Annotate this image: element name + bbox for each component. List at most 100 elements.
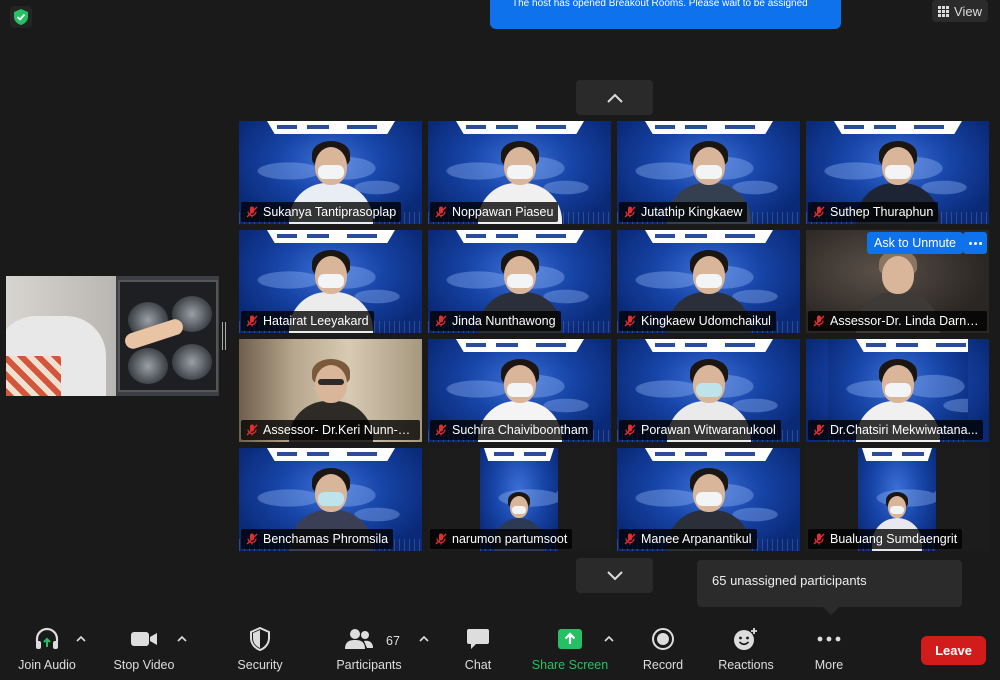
video-tile[interactable]: Suchira Chaiviboontham — [428, 339, 611, 442]
video-tile[interactable]: Noppawan Piaseu — [428, 121, 611, 224]
video-tile[interactable]: Dr.Chatsiri Mekwiwatana... — [806, 339, 989, 442]
audio-options-caret-icon[interactable] — [76, 634, 86, 644]
participant-name-label: Bualuang Sumdaengrit — [808, 529, 963, 549]
participants-label: Participants — [336, 658, 402, 672]
reactions-button[interactable]: Reactions — [716, 620, 776, 678]
mic-muted-icon — [813, 315, 825, 327]
more-button[interactable]: More — [808, 620, 850, 678]
participant-name-label: Jinda Nunthawong — [430, 311, 561, 331]
share-screen-button[interactable]: Share Screen — [530, 620, 610, 678]
participant-name-label: narumon partumsoot — [430, 529, 573, 549]
participant-name: Benchamas Phromsila — [263, 532, 389, 546]
shared-screen-thumbnail[interactable] — [6, 276, 219, 396]
shield-icon — [250, 624, 270, 654]
security-button[interactable]: Security — [232, 620, 288, 678]
participant-name-label: Noppawan Piaseu — [430, 202, 559, 222]
participant-name: Sukanya Tantiprasoplap — [263, 205, 397, 219]
more-icon — [817, 624, 841, 654]
video-tile[interactable]: Jutathip Kingkaew — [617, 121, 800, 224]
record-icon — [651, 624, 675, 654]
participant-name: Suchira Chaiviboontham — [452, 423, 589, 437]
share-screen-icon — [557, 624, 583, 654]
participant-name-label: Assessor- Dr.Keri Nunn-El... — [241, 420, 420, 440]
share-options-caret-icon[interactable] — [604, 634, 614, 644]
join-audio-button[interactable]: Join Audio — [14, 620, 80, 678]
record-button[interactable]: Record — [638, 620, 688, 678]
participant-name: Kingkaew Udomchaikul — [641, 314, 771, 328]
participant-name-label: Porawan Witwaranukool — [619, 420, 781, 440]
video-tile[interactable]: Manee Arpanantikul — [617, 448, 800, 551]
more-label: More — [814, 658, 844, 672]
mic-muted-icon — [813, 424, 825, 436]
video-tile[interactable]: Assessor- Dr.Keri Nunn-El... — [239, 339, 422, 442]
view-label: View — [954, 3, 982, 19]
participants-button[interactable]: Participants — [334, 620, 404, 678]
participant-name: Jutathip Kingkaew — [641, 205, 743, 219]
tile-more-options-button[interactable] — [963, 232, 987, 254]
video-tile[interactable]: narumon partumsoot — [428, 448, 611, 551]
participant-name-label: Kingkaew Udomchaikul — [619, 311, 776, 331]
participant-name: Assessor-Dr. Linda Darnel... — [830, 314, 987, 328]
mic-muted-icon — [246, 315, 258, 327]
next-page-button[interactable] — [576, 558, 653, 593]
video-tile[interactable]: Bualuang Sumdaengrit — [806, 448, 989, 551]
mic-muted-icon — [435, 424, 447, 436]
participant-name-label: Sukanya Tantiprasoplap — [241, 202, 402, 222]
participant-name: Hatairat Leeyakard — [263, 314, 369, 328]
record-label: Record — [642, 658, 684, 672]
participants-count-badge: 67 — [386, 634, 400, 648]
mic-muted-icon — [435, 206, 447, 218]
video-tile[interactable]: Kingkaew Udomchaikul — [617, 230, 800, 333]
chat-icon — [466, 624, 490, 654]
chat-button[interactable]: Chat — [456, 620, 500, 678]
participant-name: Jinda Nunthawong — [452, 314, 556, 328]
mic-muted-icon — [624, 206, 636, 218]
video-tile[interactable]: Suthep Thuraphun — [806, 121, 989, 224]
banner-text: The host has opened Breakout Rooms. Plea… — [512, 0, 808, 9]
view-button[interactable]: View — [932, 0, 988, 22]
reactions-label: Reactions — [718, 658, 774, 672]
resize-handle[interactable] — [222, 322, 226, 350]
participant-name-label: Jutathip Kingkaew — [619, 202, 748, 222]
mic-muted-icon — [435, 533, 447, 545]
participant-name: Manee Arpanantikul — [641, 532, 752, 546]
participant-name: Noppawan Piaseu — [452, 205, 554, 219]
participant-name: narumon partumsoot — [452, 532, 568, 546]
meeting-toolbar: Join Audio Stop Video Security Participa… — [0, 620, 1000, 680]
participant-name: Bualuang Sumdaengrit — [830, 532, 958, 546]
encryption-shield-icon[interactable] — [10, 6, 32, 28]
participant-name: Suthep Thuraphun — [830, 205, 934, 219]
video-tile[interactable]: Benchamas Phromsila — [239, 448, 422, 551]
video-tile[interactable]: Porawan Witwaranukool — [617, 339, 800, 442]
unassigned-participants-tooltip: 65 unassigned participants — [697, 560, 962, 615]
mic-muted-icon — [624, 424, 636, 436]
participant-name-label: Manee Arpanantikul — [619, 529, 757, 549]
participant-name: Dr.Chatsiri Mekwiwatana... — [830, 423, 978, 437]
participant-name: Porawan Witwaranukool — [641, 423, 776, 437]
participants-icon — [344, 624, 374, 654]
mic-muted-icon — [813, 533, 825, 545]
ask-to-unmute-button[interactable]: Ask to Unmute — [867, 232, 963, 254]
mic-muted-icon — [435, 315, 447, 327]
video-tile[interactable]: Hatairat Leeyakard — [239, 230, 422, 333]
chevron-down-icon — [606, 570, 623, 580]
mic-muted-icon — [624, 315, 636, 327]
participant-name: Assessor- Dr.Keri Nunn-El... — [263, 423, 420, 437]
headphones-icon — [34, 624, 60, 654]
share-screen-label: Share Screen — [531, 658, 609, 672]
video-tile[interactable]: Jinda Nunthawong — [428, 230, 611, 333]
mic-muted-icon — [624, 533, 636, 545]
security-label: Security — [237, 658, 283, 672]
chevron-up-icon — [606, 93, 623, 103]
participant-name-label: Assessor-Dr. Linda Darnel... — [808, 311, 987, 331]
stop-video-label: Stop Video — [113, 658, 175, 672]
participants-options-caret-icon[interactable] — [419, 634, 429, 644]
previous-page-button[interactable] — [576, 80, 653, 115]
stop-video-button[interactable]: Stop Video — [110, 620, 178, 678]
breakout-notification-banner: The host has opened Breakout Rooms. Plea… — [490, 0, 841, 29]
leave-button[interactable]: Leave — [921, 636, 986, 665]
video-tile[interactable]: Sukanya Tantiprasoplap — [239, 121, 422, 224]
join-audio-label: Join Audio — [18, 658, 76, 672]
video-options-caret-icon[interactable] — [177, 634, 187, 644]
mic-muted-icon — [246, 533, 258, 545]
